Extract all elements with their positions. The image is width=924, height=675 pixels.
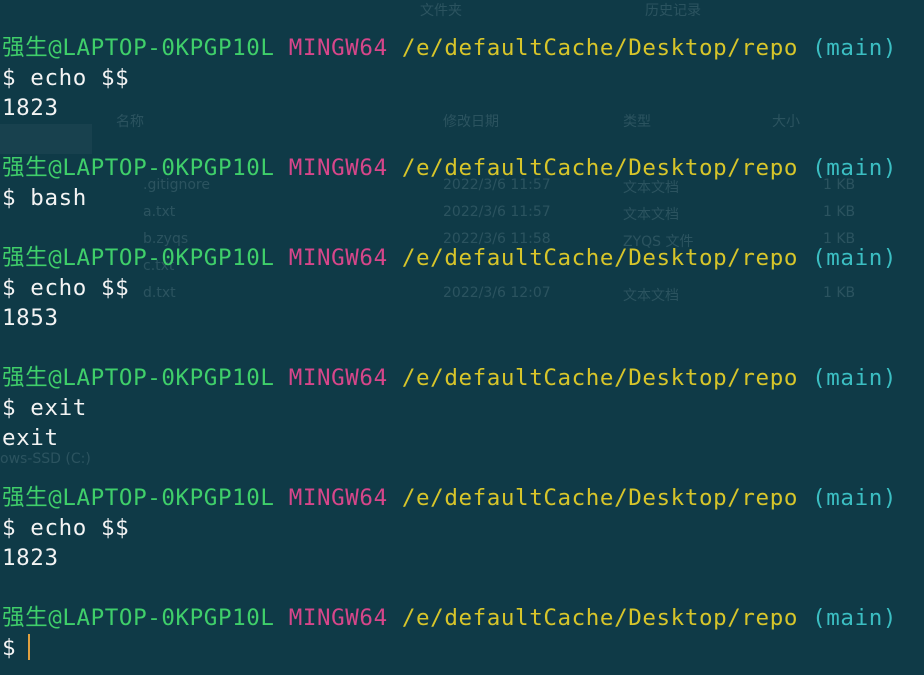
command-line: $ exit (2, 395, 87, 421)
prompt-line: 强生@LAPTOP-0KPGP10L MINGW64 /e/defaultCac… (2, 483, 897, 513)
prompt-path: /e/defaultCache/Desktop/repo (401, 35, 798, 61)
prompt-line: 强生@LAPTOP-0KPGP10L MINGW64 /e/defaultCac… (2, 243, 897, 273)
prompt-system: MINGW64 (288, 485, 388, 511)
prompt-branch: (main) (812, 155, 898, 181)
prompt-branch: (main) (812, 605, 898, 631)
prompt-line: 强生@LAPTOP-0KPGP10L MINGW64 /e/defaultCac… (2, 33, 897, 63)
active-input-line[interactable]: $ (2, 633, 31, 663)
prompt-branch: (main) (812, 245, 898, 271)
command-output: 1823 (2, 545, 59, 571)
prompt-line: 强生@LAPTOP-0KPGP10L MINGW64 /e/defaultCac… (2, 603, 897, 633)
command-line: $ echo $$ (2, 275, 130, 301)
prompt-system: MINGW64 (288, 245, 388, 271)
prompt-path: /e/defaultCache/Desktop/repo (401, 245, 798, 271)
prompt-branch: (main) (812, 35, 898, 61)
prompt-user-host: 强生@LAPTOP-0KPGP10L (2, 485, 275, 511)
text-cursor (28, 634, 31, 660)
command-line: $ bash (2, 185, 87, 211)
prompt-user-host: 强生@LAPTOP-0KPGP10L (2, 35, 275, 61)
prompt-user-host: 强生@LAPTOP-0KPGP10L (2, 605, 275, 631)
command-output: 1853 (2, 305, 59, 331)
prompt-line: 强生@LAPTOP-0KPGP10L MINGW64 /e/defaultCac… (2, 153, 897, 183)
prompt-path: /e/defaultCache/Desktop/repo (401, 365, 798, 391)
command-line: $ echo $$ (2, 515, 130, 541)
prompt-branch: (main) (812, 365, 898, 391)
prompt-line: 强生@LAPTOP-0KPGP10L MINGW64 /e/defaultCac… (2, 363, 897, 393)
prompt-system: MINGW64 (288, 35, 388, 61)
prompt-path: /e/defaultCache/Desktop/repo (401, 155, 798, 181)
command-line: $ echo $$ (2, 65, 130, 91)
prompt-path: /e/defaultCache/Desktop/repo (401, 485, 798, 511)
command-output: 1823 (2, 95, 59, 121)
prompt-branch: (main) (812, 485, 898, 511)
prompt-system: MINGW64 (288, 605, 388, 631)
command-output: exit (2, 425, 59, 451)
command-prompt-symbol: $ (2, 635, 17, 661)
terminal-window[interactable]: 强生@LAPTOP-0KPGP10L MINGW64 /e/defaultCac… (0, 0, 924, 675)
prompt-user-host: 强生@LAPTOP-0KPGP10L (2, 245, 275, 271)
prompt-system: MINGW64 (288, 365, 388, 391)
prompt-path: /e/defaultCache/Desktop/repo (401, 605, 798, 631)
prompt-user-host: 强生@LAPTOP-0KPGP10L (2, 365, 275, 391)
prompt-system: MINGW64 (288, 155, 388, 181)
prompt-user-host: 强生@LAPTOP-0KPGP10L (2, 155, 275, 181)
